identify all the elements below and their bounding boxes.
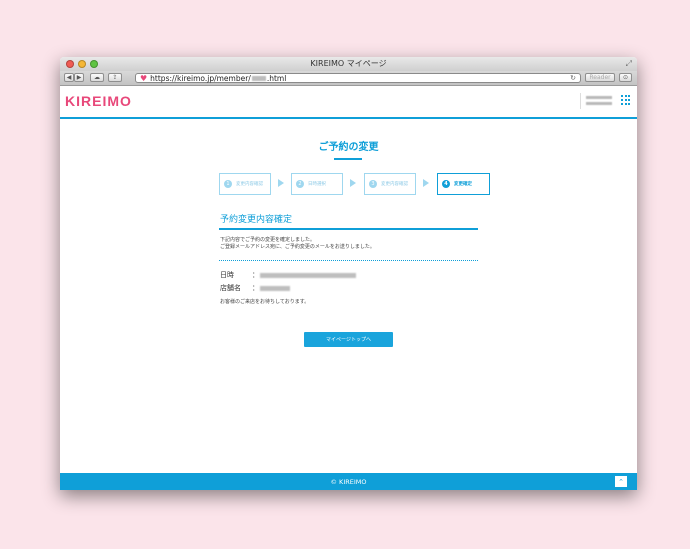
site-logo[interactable]: KIREIMO bbox=[65, 93, 132, 109]
datetime-value-blurred bbox=[260, 272, 356, 278]
step-arrow-icon bbox=[278, 179, 284, 187]
section-divider bbox=[219, 228, 478, 230]
site-footer: © KIREIMO ⌃ bbox=[60, 473, 637, 490]
step-2: 2 日時選択 bbox=[291, 173, 343, 195]
datetime-row: 日時 ： bbox=[220, 270, 356, 280]
favicon-heart-icon: ♥ bbox=[140, 73, 148, 83]
step-label: 変更確定 bbox=[454, 182, 472, 187]
notice-line-1: 下記内容でご予約の変更を確定しました。 bbox=[220, 237, 316, 243]
step-number: 2 bbox=[296, 180, 304, 188]
browser-window: KIREIMO マイページ ⤢ ◀ ▶ ☁ ⇪ ♥ https://kireim… bbox=[60, 57, 637, 490]
step-arrow-icon bbox=[423, 179, 429, 187]
step-arrow-icon bbox=[350, 179, 356, 187]
thanks-message: お客様のご来店をお待ちしております。 bbox=[220, 299, 310, 305]
window-title: KIREIMO マイページ bbox=[310, 59, 387, 68]
title-underline bbox=[334, 158, 362, 160]
section-title: 予約変更内容確定 bbox=[220, 215, 293, 225]
progress-steps: 1 変更内容確認 2 日時選択 3 変更内容確認 4 変更確定 bbox=[219, 173, 491, 197]
datetime-label: 日時 bbox=[220, 271, 234, 279]
step-number: 3 bbox=[369, 180, 377, 188]
title-bar: KIREIMO マイページ ⤢ bbox=[60, 57, 637, 71]
share-icon: ⇪ bbox=[112, 74, 118, 81]
step-label: 変更内容確認 bbox=[381, 182, 408, 187]
step-number: 1 bbox=[224, 180, 232, 188]
browser-toolbar: ◀ ▶ ☁ ⇪ ♥ https://kireimo.jp/member/ .ht… bbox=[60, 71, 637, 86]
forward-arrow-icon: ▶ bbox=[76, 74, 82, 81]
address-bar[interactable]: ♥ https://kireimo.jp/member/ .html ↻ bbox=[135, 73, 581, 83]
chevron-up-icon: ⌃ bbox=[618, 477, 624, 486]
menu-grid-icon[interactable] bbox=[621, 95, 631, 105]
notice-line-2: ご登録メールアドレス宛に、ご予約変更のメールをお送りしました。 bbox=[220, 244, 375, 250]
mypage-top-button[interactable]: マイページトップへ bbox=[304, 332, 393, 347]
reader-button[interactable]: Reader bbox=[585, 73, 615, 82]
cloud-icon: ☁ bbox=[94, 74, 100, 81]
site-header: KIREIMO bbox=[60, 86, 637, 119]
download-icon: ⊙ bbox=[622, 74, 629, 81]
step-1: 1 変更内容確認 bbox=[219, 173, 271, 195]
reload-icon[interactable]: ↻ bbox=[570, 74, 576, 82]
forward-button[interactable]: ▶ bbox=[74, 73, 84, 82]
page-title: ご予約の変更 bbox=[318, 142, 379, 153]
download-button[interactable]: ⊙ bbox=[619, 73, 632, 82]
shop-row: 店舗名 ： bbox=[220, 283, 290, 293]
fullscreen-icon[interactable]: ⤢ bbox=[626, 59, 632, 69]
colon: ： bbox=[252, 284, 259, 292]
colon: ： bbox=[252, 271, 259, 279]
copyright-text: © KIREIMO bbox=[330, 477, 367, 486]
shop-label: 店舗名 bbox=[220, 284, 241, 292]
shop-value-blurred bbox=[260, 285, 290, 291]
url-blurred-segment bbox=[251, 75, 266, 81]
share-button[interactable]: ⇪ bbox=[108, 73, 122, 82]
confirmation-notice: 下記内容でご予約の変更を確定しました。 ご登録メールアドレス宛に、ご予約変更のメ… bbox=[220, 237, 375, 251]
member-info bbox=[580, 93, 617, 109]
back-arrow-icon: ◀ bbox=[66, 74, 72, 81]
step-3: 3 変更内容確認 bbox=[364, 173, 416, 195]
url-prefix: https://kireimo.jp/member/ bbox=[150, 73, 251, 83]
dotted-divider bbox=[219, 260, 478, 261]
step-label: 日時選択 bbox=[308, 182, 326, 187]
back-button[interactable]: ◀ bbox=[64, 73, 74, 82]
step-label: 変更内容確認 bbox=[236, 182, 263, 187]
step-4-current: 4 変更確定 bbox=[437, 173, 490, 195]
page-top-button[interactable]: ⌃ bbox=[615, 476, 627, 487]
icloud-button[interactable]: ☁ bbox=[90, 73, 104, 82]
step-number: 4 bbox=[442, 180, 450, 188]
url-suffix: .html bbox=[266, 73, 287, 83]
